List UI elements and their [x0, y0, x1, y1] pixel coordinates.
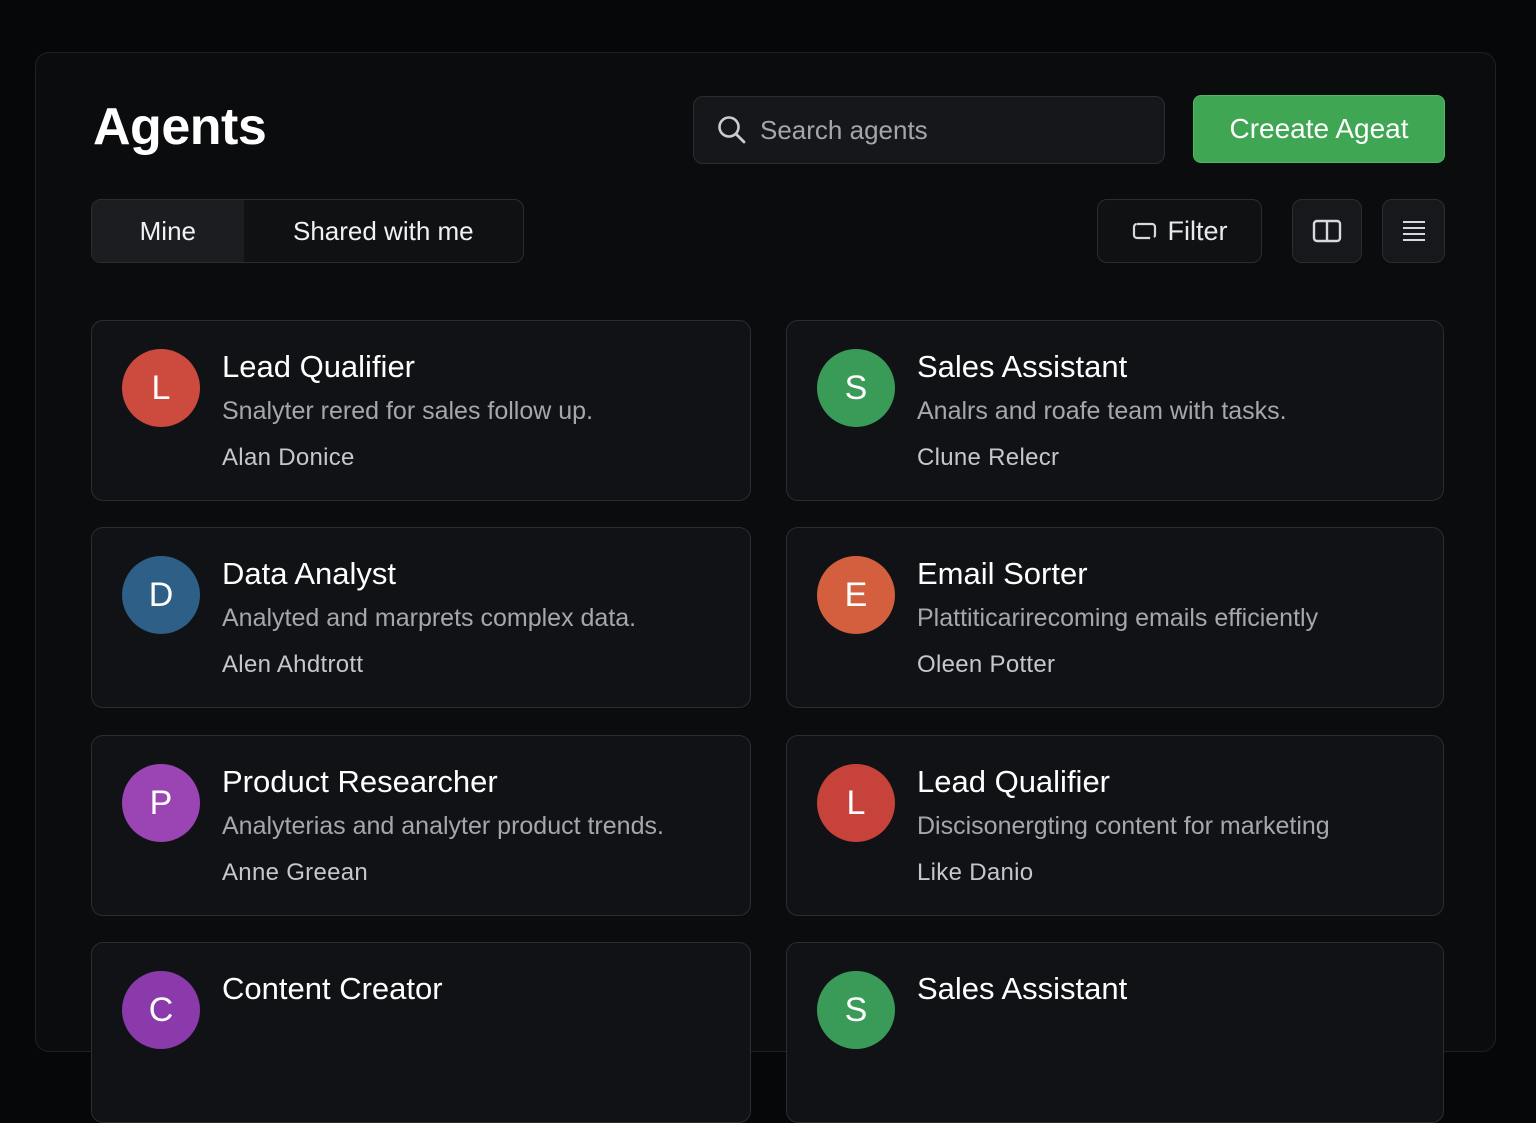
agent-description: Snalyter rered for sales follow up. — [222, 397, 594, 425]
avatar: S — [817, 349, 895, 427]
agent-card[interactable]: E Email Sorter Plattiticarirecoming emai… — [786, 527, 1444, 708]
agent-name: Content Creator — [222, 971, 443, 1006]
filter-button[interactable]: Filter — [1097, 199, 1262, 263]
agent-description: Analyterias and analyter product trends. — [222, 812, 664, 840]
agent-name: Sales Assistant — [917, 971, 1128, 1006]
agent-owner: Like Danio — [917, 859, 1034, 886]
agent-name: Product Researcher — [222, 764, 498, 799]
agent-description: Plattiticarirecoming emails efficiently — [917, 604, 1319, 632]
avatar: D — [122, 556, 200, 634]
agent-owner: Alen Ahdtrott — [222, 651, 364, 678]
list-view-button[interactable] — [1382, 199, 1445, 263]
avatar: E — [817, 556, 895, 634]
agent-description: Analrs and roafe team with tasks. — [917, 397, 1287, 425]
agent-card[interactable]: P Product Researcher Analyterias and ana… — [91, 735, 751, 916]
tab-shared-with-me[interactable]: Shared with me — [244, 200, 523, 262]
agent-card[interactable]: C Content Creator — [91, 942, 751, 1123]
tab-bar: Mine Shared with me — [91, 199, 524, 263]
agent-owner: Alan Donice — [222, 444, 355, 471]
avatar: S — [817, 971, 895, 1049]
agent-owner: Oleen Potter — [917, 651, 1056, 678]
agent-name: Data Analyst — [222, 556, 397, 591]
agent-name: Sales Assistant — [917, 349, 1128, 384]
tab-mine[interactable]: Mine — [92, 200, 244, 262]
filter-icon — [1132, 222, 1156, 240]
agent-name: Lead Qualifier — [222, 349, 416, 384]
agent-card[interactable]: S Sales Assistant — [786, 942, 1444, 1123]
avatar: C — [122, 971, 200, 1049]
agents-panel: Agents Creeate Ageat Mine Shared with me… — [35, 52, 1496, 1123]
avatar: L — [122, 349, 200, 427]
agent-owner: Clune Relecr — [917, 444, 1060, 471]
split-view-button[interactable] — [1292, 199, 1362, 263]
agent-card[interactable]: L Lead Qualifier Discisonergting content… — [786, 735, 1444, 916]
agent-owner: Anne Greean — [222, 859, 369, 886]
agent-card[interactable]: S Sales Assistant Analrs and roafe team … — [786, 320, 1444, 501]
split-view-icon — [1312, 219, 1342, 243]
agent-card[interactable]: L Lead Qualifier Snalyter rered for sale… — [91, 320, 751, 501]
list-view-icon — [1402, 221, 1425, 241]
agent-name: Lead Qualifier — [917, 764, 1111, 799]
search-icon — [718, 116, 746, 144]
agent-description: Analyted and marprets complex data. — [222, 604, 637, 632]
agent-description: Discisonergting content for marketing — [917, 812, 1330, 840]
create-agent-button[interactable]: Creeate Ageat — [1193, 95, 1445, 163]
avatar: L — [817, 764, 895, 842]
page-title: Agents — [93, 98, 267, 156]
agent-name: Email Sorter — [917, 556, 1088, 591]
filter-label: Filter — [1167, 215, 1228, 246]
search-input[interactable] — [758, 113, 1142, 147]
search-box[interactable] — [693, 96, 1165, 164]
avatar: P — [122, 764, 200, 842]
agent-card[interactable]: D Data Analyst Analyted and marprets com… — [91, 527, 751, 708]
